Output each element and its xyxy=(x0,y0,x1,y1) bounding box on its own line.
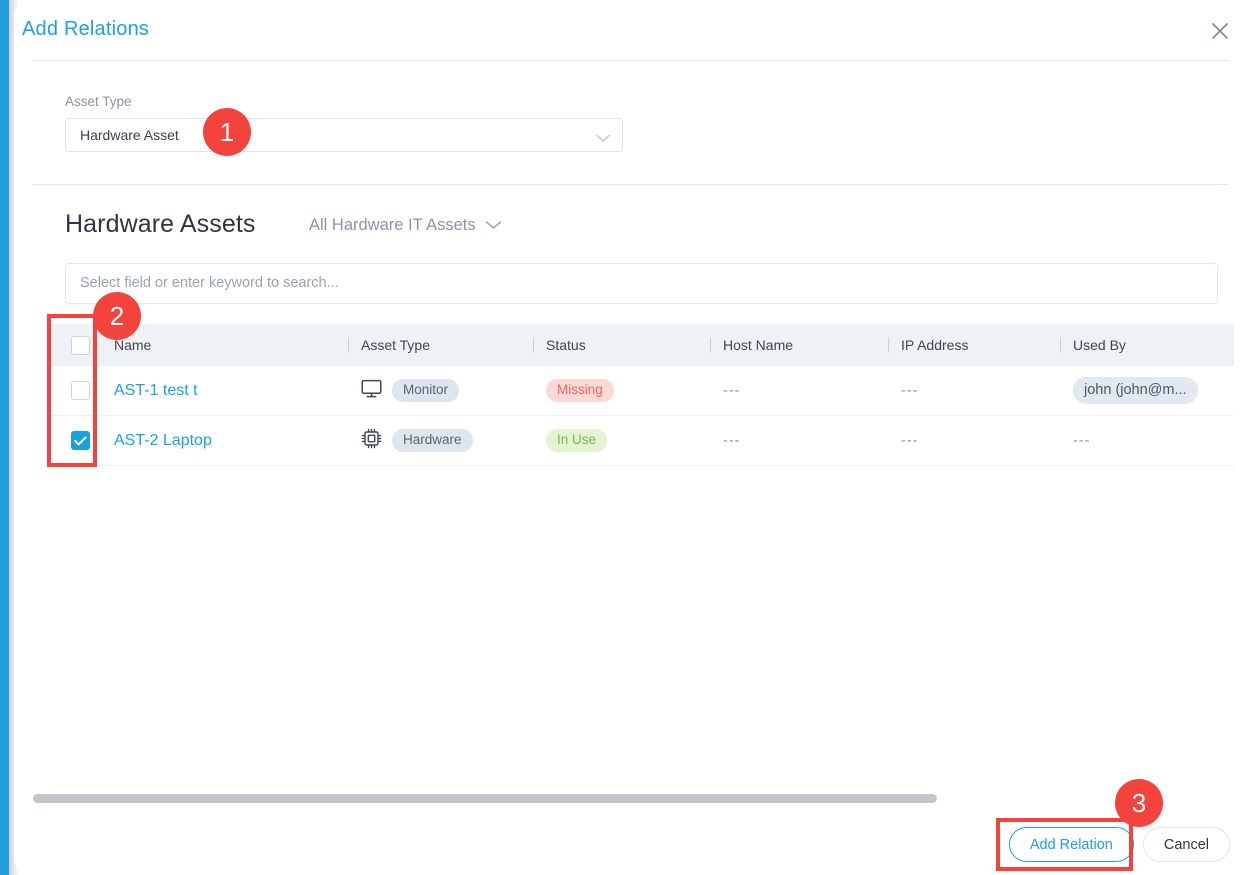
host-name-value: --- xyxy=(723,433,741,449)
asset-type-pill: Hardware xyxy=(392,429,473,452)
monitor-icon xyxy=(361,379,382,403)
left-panel-rail xyxy=(0,0,9,875)
column-header-asset-type[interactable]: Asset Type xyxy=(361,337,546,353)
status-cell: In Use xyxy=(546,429,723,452)
table-body: AST-1 test t Monitor Missing --- --- john (jo… xyxy=(47,366,1234,466)
row-checkbox[interactable] xyxy=(71,381,90,400)
host-name-value: --- xyxy=(723,383,741,399)
view-filter-dropdown[interactable]: All Hardware IT Assets xyxy=(309,216,502,235)
used-by-pill: john (john@m... xyxy=(1073,377,1198,405)
dialog-footer-actions: Add Relation Cancel xyxy=(1009,827,1230,862)
ip-address-value: --- xyxy=(901,383,919,399)
view-filter-label: All Hardware IT Assets xyxy=(309,216,476,235)
asset-type-cell: Monitor xyxy=(361,379,546,403)
close-icon[interactable] xyxy=(1207,18,1233,44)
search-box[interactable] xyxy=(65,263,1218,304)
section-divider xyxy=(32,184,1229,185)
cancel-button[interactable]: Cancel xyxy=(1143,827,1230,862)
host-name-cell: --- xyxy=(723,383,901,399)
status-cell: Missing xyxy=(546,379,723,402)
column-header-status[interactable]: Status xyxy=(546,337,723,353)
asset-name-link[interactable]: AST-2 Laptop xyxy=(114,432,212,449)
asset-type-cell: Hardware xyxy=(361,428,546,453)
search-input[interactable] xyxy=(80,275,1080,291)
asset-name-link[interactable]: AST-1 test t xyxy=(114,382,198,399)
used-by-cell: john (john@m... xyxy=(1073,377,1247,405)
page-title: Add Relations xyxy=(22,18,149,41)
host-name-cell: --- xyxy=(723,433,901,449)
row-checkbox-cell xyxy=(47,381,114,400)
assets-table: Name Asset Type Status Host Name IP Addr… xyxy=(47,324,1234,466)
asset-type-value: Hardware Asset xyxy=(80,127,179,143)
status-badge: Missing xyxy=(546,379,614,402)
ip-address-cell: --- xyxy=(901,383,1073,399)
ip-address-value: --- xyxy=(901,433,919,449)
table-header-row: Name Asset Type Status Host Name IP Addr… xyxy=(47,324,1234,366)
add-relations-dialog: Add Relations Asset Type Hardware Asset … xyxy=(14,0,1247,875)
asset-type-pill: Monitor xyxy=(392,379,459,402)
asset-type-select[interactable]: Hardware Asset xyxy=(65,118,623,152)
add-relation-button[interactable]: Add Relation xyxy=(1009,827,1134,862)
chevron-down-icon xyxy=(485,217,502,235)
horizontal-scrollbar[interactable] xyxy=(33,794,937,803)
select-all-checkbox[interactable] xyxy=(71,336,90,355)
table-row[interactable]: AST-2 Laptop Hardware In Use --- --- --- xyxy=(47,416,1234,466)
table-row[interactable]: AST-1 test t Monitor Missing --- --- john (jo… xyxy=(47,366,1234,416)
column-header-used-by[interactable]: Used By xyxy=(1073,337,1247,353)
column-header-ip-address[interactable]: IP Address xyxy=(901,337,1073,353)
column-header-host-name[interactable]: Host Name xyxy=(723,337,901,353)
status-badge: In Use xyxy=(546,429,607,452)
used-by-value: --- xyxy=(1073,433,1091,449)
dialog-header: Add Relations xyxy=(14,0,1247,61)
used-by-cell: --- xyxy=(1073,433,1247,449)
chevron-down-icon xyxy=(596,130,610,148)
section-title: Hardware Assets xyxy=(65,210,255,239)
asset-name-cell: AST-2 Laptop xyxy=(114,432,361,450)
asset-type-label: Asset Type xyxy=(65,94,132,109)
select-all-checkbox-cell xyxy=(47,336,114,355)
asset-name-cell: AST-1 test t xyxy=(114,382,361,400)
column-header-name[interactable]: Name xyxy=(114,337,361,353)
header-divider xyxy=(32,60,1229,61)
row-checkbox-cell xyxy=(47,431,114,450)
cpu-chip-icon xyxy=(361,428,382,453)
row-checkbox[interactable] xyxy=(71,431,90,450)
ip-address-cell: --- xyxy=(901,433,1073,449)
